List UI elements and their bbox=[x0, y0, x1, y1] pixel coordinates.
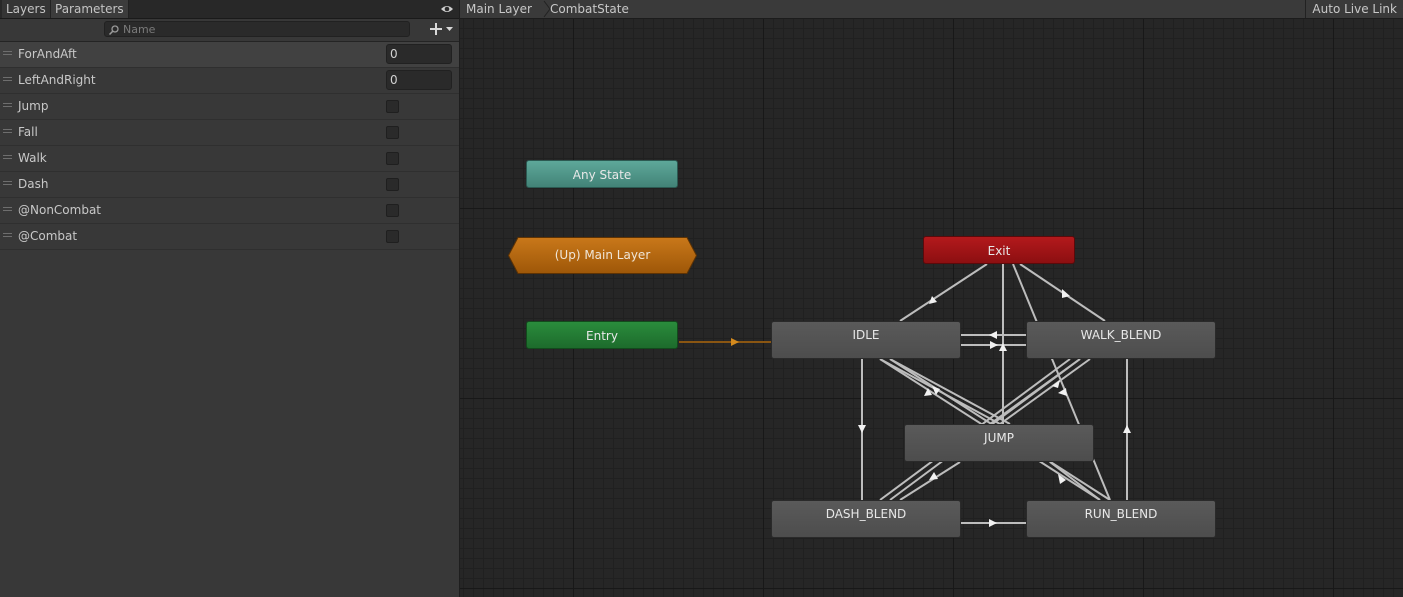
drag-handle-icon[interactable] bbox=[3, 129, 12, 134]
drag-handle-icon[interactable] bbox=[3, 233, 12, 238]
parameter-float-field[interactable]: 0 bbox=[386, 70, 452, 90]
parameter-name: @NonCombat bbox=[18, 203, 102, 217]
node-label: WALK_BLEND bbox=[1080, 328, 1162, 342]
node-label: JUMP bbox=[984, 431, 1014, 445]
search-input[interactable] bbox=[123, 22, 403, 36]
node-label: DASH_BLEND bbox=[825, 507, 907, 521]
state-node-run-blend[interactable]: RUN_BLEND bbox=[1026, 500, 1216, 538]
auto-live-link-button[interactable]: Auto Live Link bbox=[1305, 0, 1403, 18]
node-label: Entry bbox=[586, 329, 618, 343]
parameter-float-field[interactable]: 0 bbox=[386, 44, 452, 64]
animator-window: Layers Parameters Name ForAndAft 0 LeftA… bbox=[0, 0, 1403, 597]
parameter-name: Dash bbox=[18, 177, 49, 191]
parameter-row[interactable]: @NonCombat bbox=[0, 198, 459, 224]
parameter-bool-checkbox[interactable] bbox=[386, 100, 399, 113]
state-node-walk-blend[interactable]: WALK_BLEND bbox=[1026, 321, 1216, 359]
panel-tabbar: Layers Parameters bbox=[0, 0, 459, 19]
node-label: RUN_BLEND bbox=[1084, 507, 1158, 521]
parameter-row[interactable]: Fall bbox=[0, 120, 459, 146]
exit-node[interactable]: Exit bbox=[923, 236, 1075, 264]
drag-handle-icon[interactable] bbox=[3, 181, 12, 186]
search-box bbox=[104, 21, 410, 37]
add-parameter-button[interactable] bbox=[428, 21, 456, 37]
drag-handle-icon[interactable] bbox=[3, 207, 12, 212]
parameter-row[interactable]: Jump bbox=[0, 94, 459, 120]
parameter-name: Walk bbox=[18, 151, 47, 165]
parameter-row[interactable]: @Combat bbox=[0, 224, 459, 250]
parameter-bool-checkbox[interactable] bbox=[386, 126, 399, 139]
drag-handle-icon[interactable] bbox=[3, 155, 12, 160]
node-label: IDLE bbox=[852, 328, 880, 342]
parameter-row[interactable]: Dash bbox=[0, 172, 459, 198]
parameter-bool-checkbox[interactable] bbox=[386, 204, 399, 217]
parameter-row[interactable]: LeftAndRight 0 bbox=[0, 68, 459, 94]
parameters-panel: Layers Parameters Name ForAndAft 0 LeftA… bbox=[0, 0, 460, 597]
state-node-dash-blend[interactable]: DASH_BLEND bbox=[771, 500, 961, 538]
graph-breadcrumb-bar: Main Layer CombatState Auto Live Link bbox=[460, 0, 1403, 19]
up-main-layer-node[interactable]: (Up) Main Layer bbox=[508, 237, 697, 274]
parameter-row[interactable]: ForAndAft 0 bbox=[0, 42, 459, 68]
parameter-name: ForAndAft bbox=[18, 47, 77, 61]
drag-handle-icon[interactable] bbox=[3, 77, 12, 82]
drag-handle-icon[interactable] bbox=[3, 103, 12, 108]
drag-handle-icon[interactable] bbox=[3, 51, 12, 56]
eye-icon[interactable] bbox=[440, 3, 454, 15]
tab-layers[interactable]: Layers bbox=[2, 0, 50, 18]
state-node-idle[interactable]: IDLE bbox=[771, 321, 961, 359]
node-label: Any State bbox=[572, 168, 632, 182]
parameter-name: LeftAndRight bbox=[18, 73, 96, 87]
state-node-jump[interactable]: JUMP bbox=[904, 424, 1094, 462]
node-label: Exit bbox=[987, 244, 1011, 258]
tab-parameters[interactable]: Parameters bbox=[50, 0, 129, 18]
any-state-node[interactable]: Any State bbox=[526, 160, 678, 188]
parameter-name: Jump bbox=[18, 99, 49, 113]
search-row bbox=[0, 19, 459, 42]
entry-node[interactable]: Entry bbox=[526, 321, 678, 349]
parameter-list: ForAndAft 0 LeftAndRight 0 Jump Fall Wal… bbox=[0, 42, 459, 250]
parameter-row[interactable]: Walk bbox=[0, 146, 459, 172]
parameter-bool-checkbox[interactable] bbox=[386, 178, 399, 191]
breadcrumb-combat-state[interactable]: CombatState bbox=[550, 0, 629, 18]
node-label: (Up) Main Layer bbox=[554, 248, 651, 262]
breadcrumb-main-layer[interactable]: Main Layer bbox=[466, 0, 532, 18]
search-icon bbox=[108, 25, 119, 36]
parameter-bool-checkbox[interactable] bbox=[386, 230, 399, 243]
parameter-bool-checkbox[interactable] bbox=[386, 152, 399, 165]
parameter-name: @Combat bbox=[18, 229, 78, 243]
parameter-name: Fall bbox=[18, 125, 38, 139]
